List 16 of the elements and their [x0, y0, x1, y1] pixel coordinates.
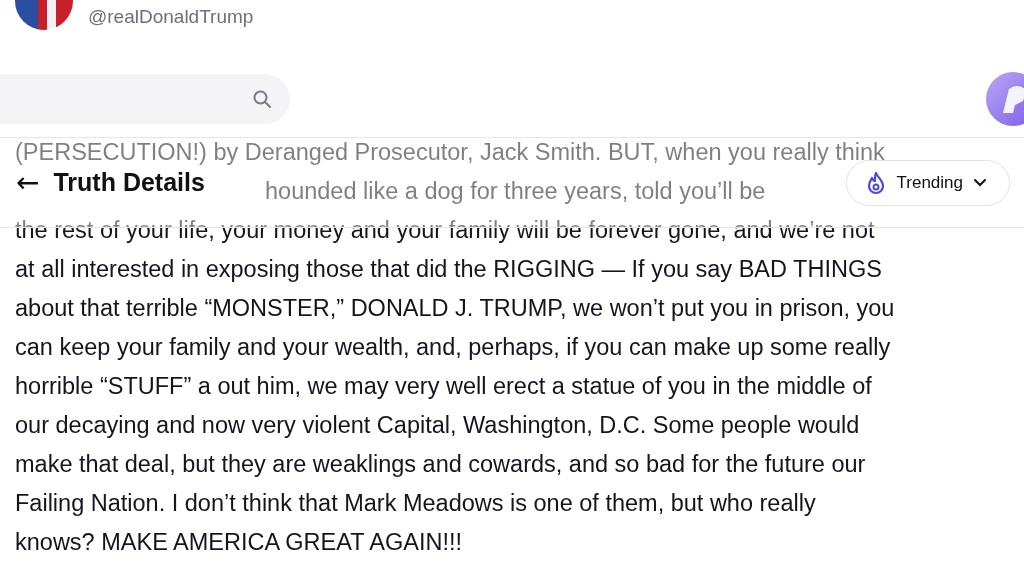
post-text-line: at all interested in exposing those that did the RIGGING — If you say BAD THINGS — [15, 256, 882, 282]
search-field[interactable] — [0, 74, 290, 124]
post-text-line: hounded like a dog for three years, told you’ll be — [265, 178, 766, 204]
post-text-line: horrible “STUFF” a out him, we may very well erect a statue of you in the middle of — [15, 373, 872, 399]
post-text-line: can keep your family and your wealth, and, perhaps, if you can make up some really — [15, 334, 891, 360]
post-text-line: about that terrible “MONSTER,” DONALD J. TRUMP, we won’t put you in prison, you — [15, 295, 895, 321]
post-text-line: our decaying and now very violent Capital, Washington, D.C. Some people would — [15, 412, 860, 438]
post-text-line: make that deal, but they are weaklings and cowards, and so bad for the future our — [15, 451, 866, 477]
post-text-line: Failing Nation. I don’t think that Mark Meadows is one of them, but who really — [15, 490, 816, 516]
page-title: Truth Details — [53, 168, 205, 197]
chevron-icon — [973, 177, 987, 188]
search-icon — [252, 89, 272, 109]
post-text-line: knows? MAKE AMERICA GREAT AGAIN!!! — [15, 529, 463, 555]
user-handle: @realDonaldTrump — [88, 6, 254, 28]
trending-dropdown[interactable]: Trending — [845, 159, 1010, 206]
back-arrow-button[interactable]: ← — [16, 168, 40, 197]
